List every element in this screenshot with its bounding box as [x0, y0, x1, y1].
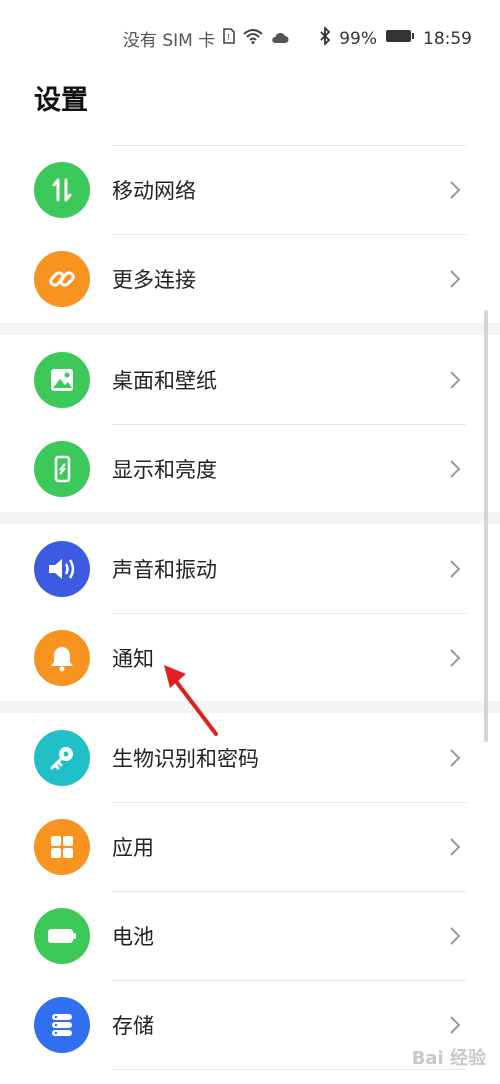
chevron-right-icon	[450, 648, 461, 667]
status-bar: 没有 SIM 卡 ! 99% 18:59	[0, 0, 500, 74]
settings-item-more-connections[interactable]: 更多连接	[0, 234, 500, 323]
display-icon	[34, 440, 90, 497]
chevron-right-icon	[450, 926, 461, 945]
section-separator	[0, 512, 500, 524]
settings-item-label: 桌面和壁纸	[112, 368, 217, 393]
settings-item-apps[interactable]: 应用	[0, 802, 500, 891]
key-icon	[34, 729, 90, 786]
status-indicators: 没有 SIM 卡 ! 99% 18:59	[122, 25, 472, 51]
watermark: Bai 经验	[411, 1048, 486, 1069]
settings-group-system: 生物识别和密码 应用 电池 存储	[0, 713, 500, 1070]
annotation-arrow-icon	[164, 665, 218, 736]
settings-item-label: 显示和亮度	[112, 457, 217, 482]
cloud-icon	[271, 29, 289, 49]
bluetooth-icon	[319, 25, 331, 50]
bell-icon	[34, 629, 90, 686]
section-separator	[0, 701, 500, 713]
chevron-right-icon	[450, 459, 461, 478]
mobile-data-icon	[34, 161, 90, 218]
battery-icon	[34, 907, 90, 964]
settings-item-biometrics[interactable]: 生物识别和密码	[0, 713, 500, 802]
chevron-right-icon	[450, 370, 461, 389]
settings-item-label: 生物识别和密码	[112, 746, 259, 771]
clock: 18:59	[423, 28, 472, 49]
settings-item-label: 声音和振动	[112, 557, 217, 582]
settings-item-label: 更多连接	[112, 267, 196, 292]
sim-icon: !	[223, 28, 236, 49]
storage-icon	[34, 996, 90, 1053]
settings-item-sound[interactable]: 声音和振动	[0, 524, 500, 613]
svg-text:!: !	[227, 33, 230, 42]
settings-group-network: 移动网络 更多连接	[0, 145, 500, 323]
chevron-right-icon	[450, 748, 461, 767]
settings-item-display[interactable]: 显示和亮度	[0, 424, 500, 513]
carrier-text: 没有 SIM 卡	[122, 31, 216, 51]
settings-item-label: 移动网络	[112, 178, 196, 203]
wallpaper-icon	[34, 351, 90, 408]
settings-group-display: 桌面和壁纸 显示和亮度	[0, 335, 500, 513]
link-icon	[34, 250, 90, 307]
settings-item-label: 通知	[112, 646, 154, 671]
settings-item-battery[interactable]: 电池	[0, 891, 500, 980]
settings-item-notifications[interactable]: 通知	[0, 613, 500, 702]
wifi-icon	[243, 28, 263, 49]
settings-item-wallpaper[interactable]: 桌面和壁纸	[0, 335, 500, 424]
apps-icon	[34, 818, 90, 875]
settings-item-label: 存储	[112, 1013, 154, 1038]
settings-item-label: 电池	[112, 924, 154, 949]
speaker-icon	[34, 540, 90, 597]
battery-icon	[385, 28, 415, 49]
settings-item-label: 应用	[112, 835, 154, 860]
section-separator	[0, 323, 500, 335]
chevron-right-icon	[450, 559, 461, 578]
scrollbar[interactable]	[484, 310, 488, 742]
page-title: 设置	[34, 85, 88, 116]
chevron-right-icon	[450, 269, 461, 288]
settings-group-sound: 声音和振动 通知	[0, 524, 500, 702]
settings-item-mobile-network[interactable]: 移动网络	[0, 145, 500, 234]
chevron-right-icon	[450, 1015, 461, 1034]
chevron-right-icon	[450, 837, 461, 856]
chevron-right-icon	[450, 180, 461, 199]
battery-percent: 99%	[339, 28, 377, 49]
